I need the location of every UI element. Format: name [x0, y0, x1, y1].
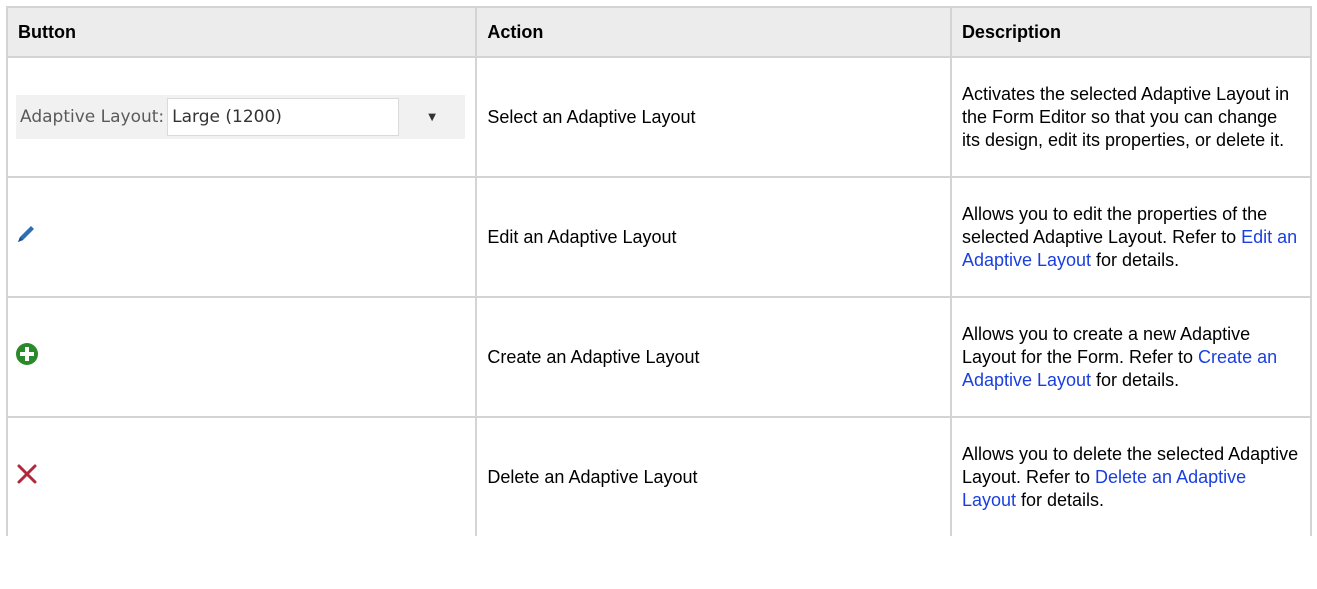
description-cell: Allows you to edit the properties of the… [949, 176, 1313, 298]
header-description: Description [949, 6, 1313, 58]
description-text-end: for details. [1015, 489, 1105, 510]
action-cell: Select an Adaptive Layout [475, 56, 952, 178]
button-cell [5, 416, 478, 536]
adaptive-layout-label: Adaptive Layout: [20, 106, 165, 127]
button-cell: Adaptive Layout: Large (1200) ▼ [5, 56, 478, 178]
action-cell: Edit an Adaptive Layout [475, 176, 952, 298]
green-plus-circle-icon[interactable] [15, 342, 39, 372]
description-text: Allows you to edit the properties of the… [961, 203, 1268, 247]
table-row: Delete an Adaptive Layout Allows you to … [5, 416, 1313, 536]
adaptive-layout-selector: Adaptive Layout: Large (1200) ▼ [16, 95, 465, 139]
red-x-delete-icon[interactable] [15, 462, 39, 492]
button-cell [5, 296, 478, 418]
description-cell: Allows you to create a new Adaptive Layo… [949, 296, 1313, 418]
action-cell: Delete an Adaptive Layout [475, 416, 952, 536]
header-action: Action [475, 6, 952, 58]
description-text: Activates the selected Adaptive Layout i… [961, 83, 1290, 150]
adaptive-layout-value: Large (1200) [172, 106, 282, 127]
adaptive-layout-buttons-table: Button Action Description Adaptive Layou… [5, 6, 1313, 536]
action-cell: Create an Adaptive Layout [475, 296, 952, 418]
table-header-row: Button Action Description [5, 6, 1313, 58]
pencil-edit-icon[interactable] [15, 223, 37, 251]
description-cell: Activates the selected Adaptive Layout i… [949, 56, 1313, 178]
description-text-end: for details. [1091, 249, 1180, 270]
header-button: Button [5, 6, 478, 58]
table-row: Adaptive Layout: Large (1200) ▼ Select a… [5, 56, 1313, 178]
adaptive-layout-dropdown[interactable]: Large (1200) [167, 98, 400, 136]
table-row: Create an Adaptive Layout Allows you to … [5, 296, 1313, 418]
description-text-end: for details. [1091, 369, 1180, 390]
table-row: Edit an Adaptive Layout Allows you to ed… [5, 176, 1313, 298]
description-cell: Allows you to delete the selected Adapti… [949, 416, 1313, 536]
button-cell [5, 176, 478, 298]
chevron-down-icon[interactable]: ▼ [399, 106, 465, 129]
